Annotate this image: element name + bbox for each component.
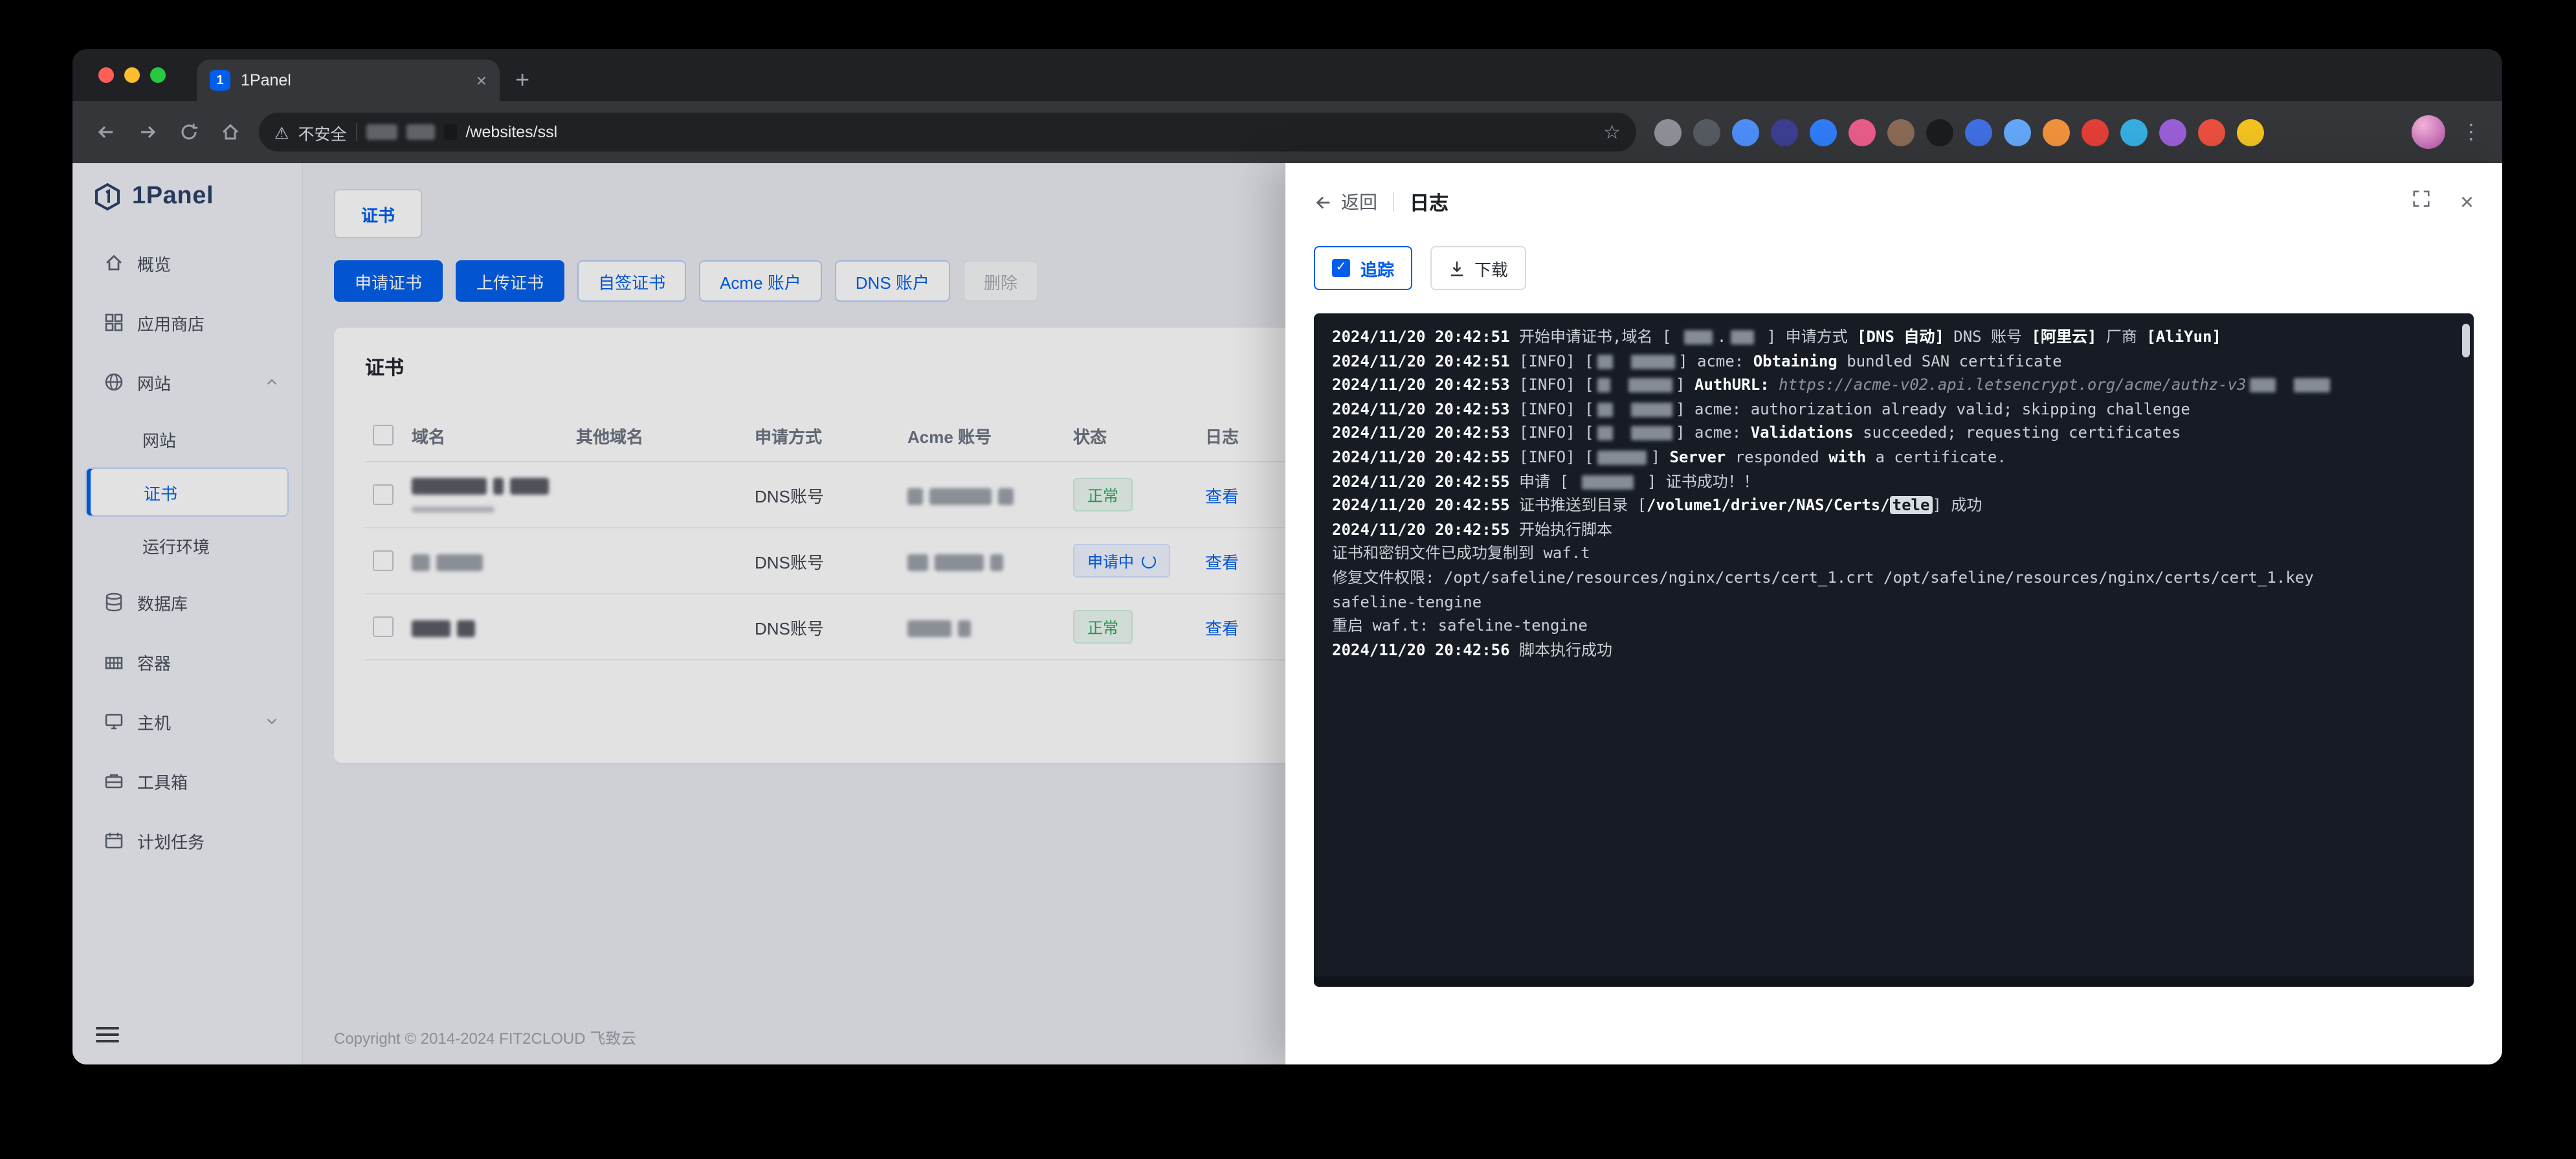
- minimize-window-button[interactable]: [124, 67, 140, 83]
- log-line: 2024/11/20 20:42:51 [INFO] [ ] acme: Obt…: [1332, 349, 2456, 373]
- extension-icon[interactable]: [1693, 118, 1720, 146]
- redacted-text: [2250, 378, 2276, 392]
- address-bar[interactable]: ⚠ 不安全 /websites/ssl ☆: [259, 113, 1636, 152]
- extension-icon[interactable]: [2043, 118, 2070, 146]
- extension-icon[interactable]: [2159, 118, 2186, 146]
- browser-toolbar: ⚠ 不安全 /websites/ssl ☆ ⋮: [72, 101, 2502, 163]
- security-warning-icon[interactable]: ⚠: [274, 122, 289, 142]
- drawer-header: 返回 日志 ×: [1285, 163, 2502, 241]
- page: 1Panel 概览应用商店网站网站证书运行环境数据库容器主机工具箱计划任务 证书…: [72, 163, 2502, 1064]
- extension-icon[interactable]: [2120, 118, 2148, 146]
- redacted-text: [1598, 378, 1611, 392]
- log-controls: ✓ 追踪 下载: [1285, 241, 2502, 306]
- redacted-host: [443, 124, 456, 140]
- new-tab-button[interactable]: +: [515, 69, 529, 93]
- extension-icon[interactable]: [2004, 118, 2031, 146]
- log-line: 2024/11/20 20:42:53 [INFO] [ ] AuthURL: …: [1332, 373, 2456, 397]
- log-line: 重启 waf.t: safeline-tengine: [1332, 614, 2456, 638]
- download-icon: [1449, 260, 1465, 276]
- redacted-text: [2293, 378, 2329, 392]
- close-window-button[interactable]: [98, 67, 114, 83]
- extension-icon[interactable]: [2082, 118, 2109, 146]
- fullscreen-icon[interactable]: [2412, 189, 2432, 215]
- bookmark-star-icon[interactable]: ☆: [1603, 120, 1621, 144]
- log-body: 2024/11/20 20:42:51 开始申请证书,域名 [ . ] 申请方式…: [1332, 325, 2456, 662]
- extension-icon[interactable]: [1810, 118, 1837, 146]
- log-line: 2024/11/20 20:42:55 [INFO] [] Server res…: [1332, 445, 2456, 469]
- redacted-text: [1598, 451, 1647, 465]
- security-label: 不安全: [298, 120, 346, 144]
- log-line: 2024/11/20 20:42:55 申请 [ ] 证书成功！！: [1332, 469, 2456, 493]
- log-line: 2024/11/20 20:42:53 [INFO] [ ] acme: aut…: [1332, 398, 2456, 422]
- redacted-text: [1630, 403, 1672, 417]
- log-line: 2024/11/20 20:42:51 开始申请证书,域名 [ . ] 申请方式…: [1332, 325, 2456, 349]
- tab-close-icon[interactable]: ×: [476, 71, 487, 89]
- log-line: 修复文件权限: /opt/safeline/resources/nginx/ce…: [1332, 566, 2456, 590]
- extension-icon[interactable]: [1926, 118, 1953, 146]
- browser-menu-icon[interactable]: ⋮: [2461, 119, 2482, 145]
- log-line: 2024/11/20 20:42:55 证书推送到目录 [/volume1/dr…: [1332, 493, 2456, 517]
- url-path: /websites/ssl: [465, 123, 557, 141]
- redacted-text: [1730, 330, 1753, 344]
- log-line: 2024/11/20 20:42:55 开始执行脚本: [1332, 518, 2456, 542]
- log-line: 2024/11/20 20:42:53 [INFO] [ ] acme: Val…: [1332, 422, 2456, 445]
- back-icon[interactable]: [85, 111, 127, 153]
- extensions-row: [1654, 118, 2264, 146]
- scrollbar-thumb[interactable]: [2462, 324, 2470, 357]
- log-console[interactable]: 2024/11/20 20:42:51 开始申请证书,域名 [ . ] 申请方式…: [1314, 313, 2474, 987]
- forward-icon[interactable]: [127, 111, 168, 153]
- redacted-text: [1630, 354, 1674, 368]
- drawer-title: 日志: [1410, 188, 1449, 216]
- puzzle-extension-icon[interactable]: [1654, 118, 1682, 146]
- window-controls: [98, 67, 166, 83]
- tab-favicon-icon: 1: [210, 70, 230, 91]
- back-button[interactable]: 返回: [1314, 189, 1377, 215]
- redacted-host: [406, 124, 434, 140]
- profile-avatar[interactable]: [2412, 115, 2445, 149]
- redacted-host: [366, 124, 397, 140]
- log-drawer: 返回 日志 × ✓ 追踪 下载: [1285, 163, 2502, 1064]
- horizontal-scrollbar[interactable]: [1314, 976, 2474, 987]
- trace-checkbox[interactable]: ✓: [1332, 259, 1350, 277]
- download-button[interactable]: 下载: [1430, 246, 1526, 290]
- extension-icon[interactable]: [1849, 118, 1876, 146]
- desktop: 1 1Panel × + ⚠ 不安全 /websites/ssl ☆: [0, 0, 2576, 1159]
- log-line: safeline-tengine: [1332, 590, 2456, 614]
- back-arrow-icon: [1314, 192, 1333, 212]
- browser-tab[interactable]: 1 1Panel ×: [197, 60, 500, 101]
- tab-title: 1Panel: [241, 71, 466, 89]
- redacted-text: [1582, 475, 1634, 489]
- redacted-text: [1630, 427, 1672, 441]
- redacted-text: [1628, 378, 1672, 392]
- header-divider: [1393, 192, 1394, 212]
- reload-icon[interactable]: [168, 111, 210, 153]
- check-icon: ✓: [1336, 262, 1347, 275]
- extension-icon[interactable]: [2237, 118, 2264, 146]
- extension-icon[interactable]: [1965, 118, 1992, 146]
- extension-icon[interactable]: [1732, 118, 1759, 146]
- close-icon[interactable]: ×: [2460, 190, 2474, 214]
- browser-window: 1 1Panel × + ⚠ 不安全 /websites/ssl ☆: [72, 49, 2502, 1064]
- trace-toggle-button[interactable]: ✓ 追踪: [1314, 246, 1412, 290]
- omnibox-divider: [355, 123, 357, 141]
- redacted-text: [1598, 403, 1614, 417]
- trace-label: 追踪: [1360, 256, 1394, 280]
- log-line: 2024/11/20 20:42:56 脚本执行成功: [1332, 638, 2456, 662]
- log-line: 证书和密钥文件已成功复制到 waf.t: [1332, 542, 2456, 566]
- browser-tab-strip: 1 1Panel × +: [72, 49, 2502, 101]
- zoom-window-button[interactable]: [150, 67, 166, 83]
- redacted-text: [1598, 427, 1614, 441]
- back-label: 返回: [1341, 189, 1377, 215]
- redacted-text: [1598, 354, 1614, 368]
- redacted-text: [1685, 330, 1713, 344]
- home-icon[interactable]: [210, 111, 251, 153]
- extension-icon[interactable]: [1771, 118, 1798, 146]
- extension-icon[interactable]: [2198, 118, 2225, 146]
- download-label: 下载: [1474, 256, 1508, 280]
- extension-icon[interactable]: [1887, 118, 1915, 146]
